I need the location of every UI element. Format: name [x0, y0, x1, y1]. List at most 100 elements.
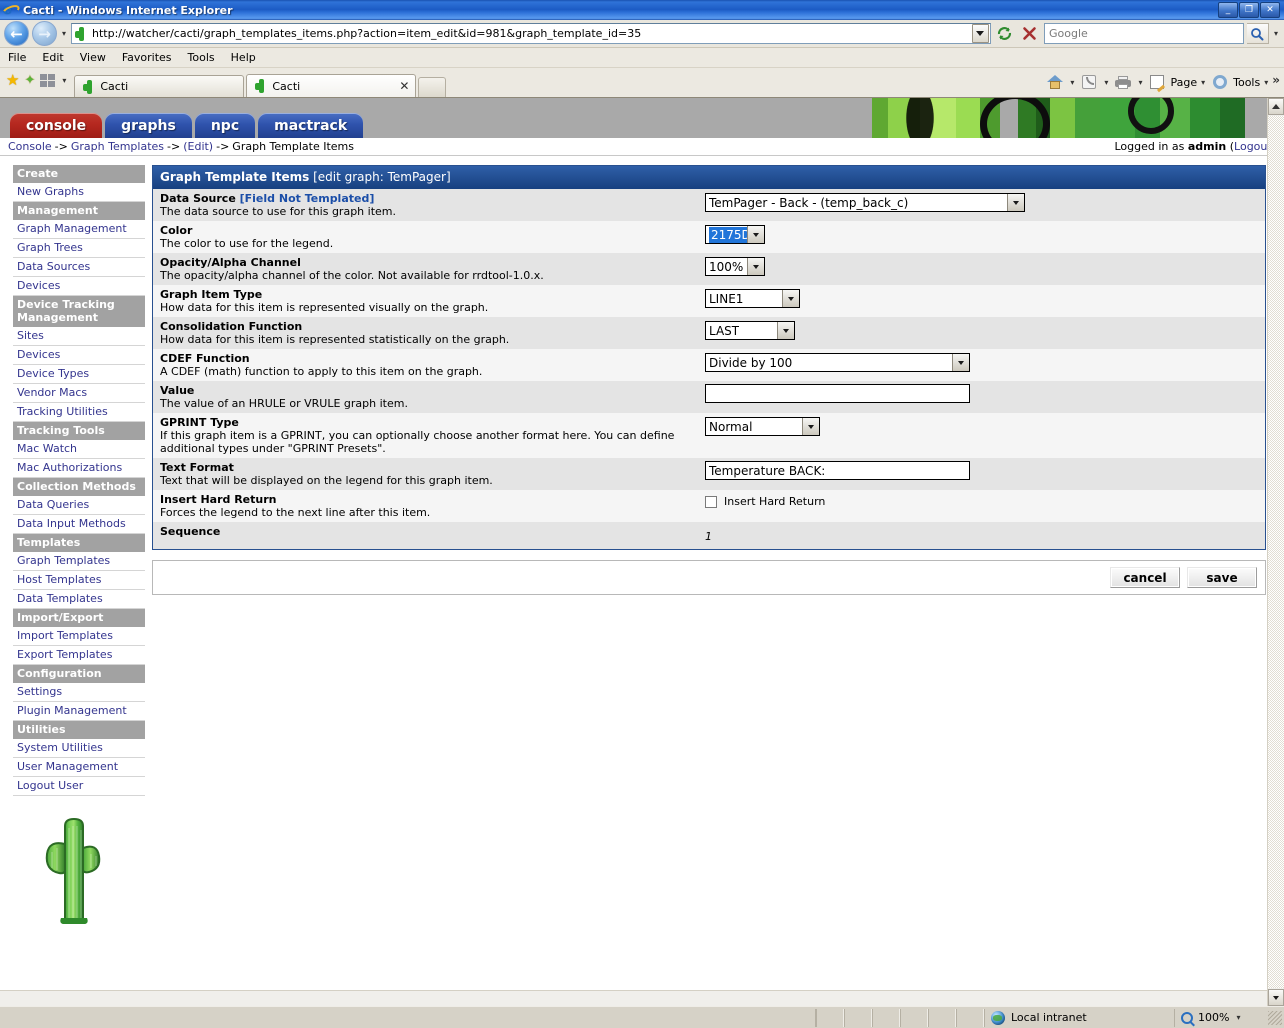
scroll-up-button[interactable] — [1268, 98, 1284, 115]
chevron-down-icon[interactable] — [802, 418, 819, 435]
sidebar-item-data-sources[interactable]: Data Sources — [13, 258, 145, 277]
sidebar-item-devices[interactable]: Devices — [13, 277, 145, 296]
sidebar-item-devices-tracking[interactable]: Devices — [13, 346, 145, 365]
cancel-button[interactable]: cancel — [1110, 567, 1180, 588]
menu-edit[interactable]: Edit — [42, 51, 63, 64]
minimize-button[interactable]: _ — [1218, 2, 1238, 18]
breadcrumb-edit[interactable]: (Edit) — [183, 140, 213, 153]
sidebar-item-import-templates[interactable]: Import Templates — [13, 627, 145, 646]
sidebar-item-settings[interactable]: Settings — [13, 683, 145, 702]
scroll-down-button[interactable] — [1268, 989, 1284, 1006]
sidebar-item-host-templates[interactable]: Host Templates — [13, 571, 145, 590]
close-icon[interactable]: ✕ — [399, 79, 409, 93]
browser-tab-2[interactable]: Cacti ✕ — [246, 74, 417, 97]
insert-hard-return-checkbox-label[interactable]: Insert Hard Return — [724, 495, 825, 508]
save-button[interactable]: save — [1187, 567, 1257, 588]
breadcrumb-console[interactable]: Console — [8, 140, 52, 153]
nav-tab-console[interactable]: console — [10, 113, 103, 138]
print-icon[interactable] — [1112, 71, 1134, 93]
sidebar-item-graph-management[interactable]: Graph Management — [13, 220, 145, 239]
feeds-icon[interactable] — [1078, 71, 1100, 93]
gprint-type-select[interactable]: Normal — [705, 417, 820, 436]
chevron-down-icon[interactable] — [747, 258, 764, 275]
chevron-down-icon[interactable] — [747, 226, 764, 243]
back-button[interactable]: ← — [4, 21, 29, 46]
stop-icon[interactable] — [1019, 23, 1041, 45]
security-zone-indicator[interactable]: Local intranet — [984, 1008, 1174, 1027]
breadcrumb-graph-templates[interactable]: Graph Templates — [71, 140, 164, 153]
sidebar-item-new-graphs[interactable]: New Graphs — [13, 183, 145, 202]
menu-tools[interactable]: Tools — [188, 51, 215, 64]
maximize-button[interactable]: ❐ — [1239, 2, 1259, 18]
tools-menu-label[interactable]: Tools — [1233, 76, 1260, 89]
chevron-down-icon[interactable] — [782, 290, 799, 307]
consolidation-function-select[interactable]: LAST — [705, 321, 795, 340]
zoom-indicator[interactable]: 100% ▾ — [1174, 1008, 1264, 1027]
page-horizontal-scroll-area[interactable] — [0, 990, 1284, 1006]
menu-favorites[interactable]: Favorites — [122, 51, 172, 64]
data-source-select[interactable]: TemPager - Back - (temp_back_c) — [705, 193, 1025, 212]
page-menu-icon[interactable] — [1146, 71, 1168, 93]
feeds-caret-icon[interactable]: ▾ — [1102, 78, 1110, 87]
new-tab-button[interactable] — [418, 77, 447, 97]
page-vertical-scrollbar[interactable] — [1267, 98, 1284, 1006]
graph-item-type-select[interactable]: LINE1 — [705, 289, 800, 308]
sidebar-item-sites[interactable]: Sites — [13, 327, 145, 346]
history-dropdown-icon[interactable]: ▾ — [60, 29, 68, 38]
sidebar-item-export-templates[interactable]: Export Templates — [13, 646, 145, 665]
sidebar-item-data-templates[interactable]: Data Templates — [13, 590, 145, 609]
gear-icon[interactable] — [1209, 71, 1231, 93]
cdef-function-select[interactable]: Divide by 100 — [705, 353, 970, 372]
sidebar-item-plugin-management[interactable]: Plugin Management — [13, 702, 145, 721]
quick-tabs-icon[interactable] — [40, 73, 56, 87]
refresh-icon[interactable] — [994, 23, 1016, 45]
zoom-caret-icon[interactable]: ▾ — [1234, 1013, 1242, 1022]
color-select[interactable]: 2175D9 — [705, 225, 765, 244]
sidebar-item-graph-templates[interactable]: Graph Templates — [13, 552, 145, 571]
nav-tab-mactrack[interactable]: mactrack — [258, 113, 364, 138]
scroll-track[interactable] — [1268, 116, 1284, 988]
opacity-select[interactable]: 100% — [705, 257, 765, 276]
forward-button[interactable]: → — [32, 21, 57, 46]
tools-caret-icon[interactable]: ▾ — [1262, 78, 1270, 87]
sidebar-item-tracking-utilities[interactable]: Tracking Utilities — [13, 403, 145, 422]
search-dropdown-icon[interactable]: ▾ — [1272, 29, 1280, 38]
browser-tab-1[interactable]: Cacti — [74, 75, 245, 97]
sidebar-item-device-types[interactable]: Device Types — [13, 365, 145, 384]
sidebar-item-graph-trees[interactable]: Graph Trees — [13, 239, 145, 258]
home-caret-icon[interactable]: ▾ — [1068, 78, 1076, 87]
value-input[interactable] — [705, 384, 970, 403]
menu-file[interactable]: File — [8, 51, 26, 64]
nav-tab-npc[interactable]: npc — [194, 113, 256, 138]
tab-list-caret-icon[interactable]: ▾ — [60, 76, 68, 85]
sidebar-item-logout-user[interactable]: Logout User — [13, 777, 145, 796]
sidebar-item-user-management[interactable]: User Management — [13, 758, 145, 777]
sidebar-item-vendor-macs[interactable]: Vendor Macs — [13, 384, 145, 403]
favorites-star-icon[interactable]: ★ — [6, 71, 19, 89]
url-dropdown-button[interactable] — [971, 24, 989, 43]
nav-tab-graphs[interactable]: graphs — [105, 113, 192, 138]
overflow-chevron-icon[interactable]: » — [1272, 71, 1280, 87]
search-input[interactable]: Google — [1043, 23, 1244, 44]
print-caret-icon[interactable]: ▾ — [1136, 78, 1144, 87]
text-format-input[interactable]: Temperature BACK: — [705, 461, 970, 480]
insert-hard-return-checkbox[interactable] — [705, 495, 717, 508]
menu-help[interactable]: Help — [231, 51, 256, 64]
add-favorite-icon[interactable]: ✦ — [24, 73, 35, 88]
url-bar[interactable]: http://watcher/cacti/graph_templates_ite… — [71, 23, 991, 44]
search-go-button[interactable] — [1246, 23, 1269, 44]
sidebar-item-mac-watch[interactable]: Mac Watch — [13, 440, 145, 459]
chevron-down-icon[interactable] — [777, 322, 794, 339]
sidebar-item-mac-authorizations[interactable]: Mac Authorizations — [13, 459, 145, 478]
page-caret-icon[interactable]: ▾ — [1199, 78, 1207, 87]
resize-grip[interactable] — [1268, 1010, 1282, 1025]
close-button[interactable]: ✕ — [1260, 2, 1280, 18]
sidebar-item-data-input-methods[interactable]: Data Input Methods — [13, 515, 145, 534]
chevron-down-icon[interactable] — [1007, 194, 1024, 211]
sidebar-item-system-utilities[interactable]: System Utilities — [13, 739, 145, 758]
menu-view[interactable]: View — [80, 51, 106, 64]
chevron-down-icon[interactable] — [952, 354, 969, 371]
page-menu-label[interactable]: Page — [1170, 76, 1197, 89]
sidebar-item-data-queries[interactable]: Data Queries — [13, 496, 145, 515]
home-icon[interactable] — [1044, 71, 1066, 93]
